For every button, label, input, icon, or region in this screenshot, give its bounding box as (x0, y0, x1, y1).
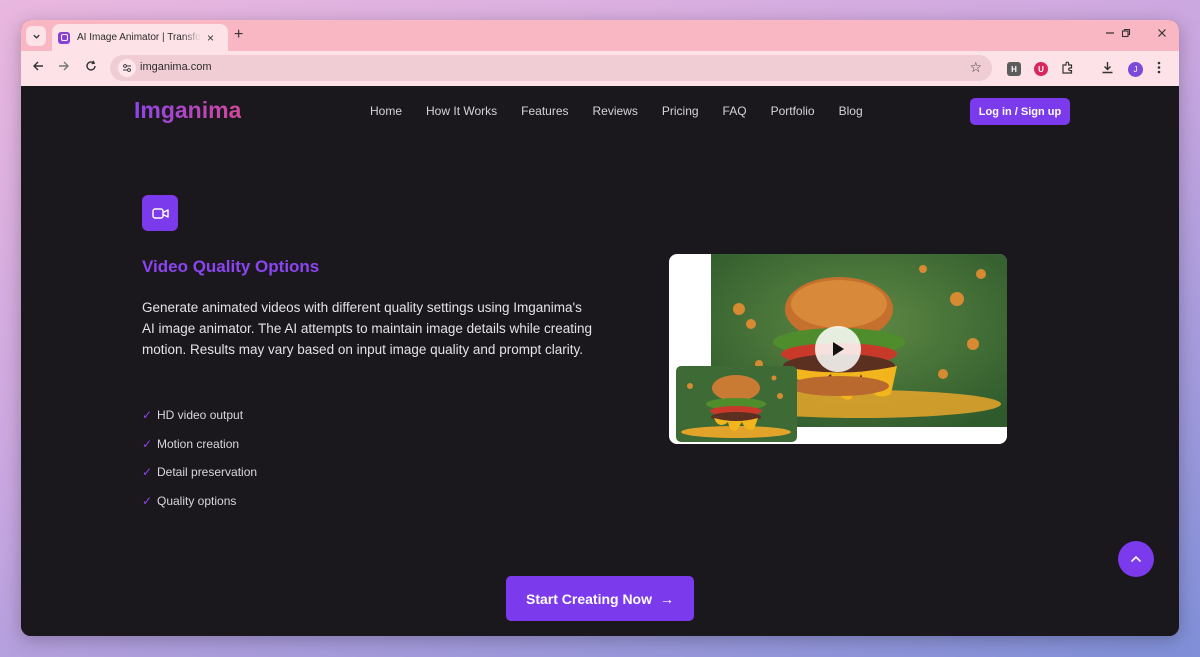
more-menu-icon[interactable] (1157, 61, 1161, 77)
tab-title: AI Image Animator | Transform Images int… (77, 32, 201, 43)
reload-icon[interactable] (85, 60, 97, 75)
check-icon: ✓ (142, 465, 153, 480)
checklist-label: Motion creation (157, 436, 240, 451)
browser-toolbar: imganima.com ☆ H U J (21, 51, 1179, 86)
nav-how-it-works[interactable]: How It Works (426, 104, 497, 118)
checklist-label: HD video output (157, 408, 244, 423)
checklist-label: Quality options (157, 493, 237, 508)
new-tab-button[interactable]: + (234, 26, 243, 44)
login-signup-button[interactable]: Log in / Sign up (970, 98, 1070, 125)
check-icon: ✓ (142, 493, 153, 508)
nav-blog[interactable]: Blog (839, 104, 863, 118)
profile-avatar[interactable]: J (1128, 62, 1143, 77)
download-icon[interactable] (1101, 61, 1114, 77)
play-button[interactable] (815, 326, 861, 372)
list-item: ✓ Motion creation (142, 430, 257, 459)
start-creating-label: Start Creating Now (525, 590, 652, 607)
browser-window: AI Image Animator | Transform Images int… (21, 20, 1179, 636)
page-content: Imganima Home How It Works Features Revi… (21, 86, 1179, 636)
feature-title: Video Quality Options (142, 257, 320, 276)
scroll-to-top-button[interactable] (1118, 541, 1154, 577)
restore-icon[interactable] (1121, 27, 1131, 41)
forward-icon[interactable] (58, 60, 70, 75)
nav-pricing[interactable]: Pricing (662, 104, 699, 118)
close-window-icon[interactable] (1157, 27, 1167, 41)
video-preview-card[interactable] (669, 254, 1007, 444)
list-item: ✓ HD video output (142, 401, 257, 430)
list-item: ✓ Quality options (142, 487, 257, 516)
check-icon: ✓ (142, 436, 153, 451)
feature-checklist: ✓ HD video output ✓ Motion creation ✓ De… (142, 401, 257, 515)
browser-tab[interactable]: AI Image Animator | Transform Images int… (52, 24, 228, 51)
list-item: ✓ Detail preservation (142, 458, 257, 487)
feature-description: Generate animated videos with different … (142, 300, 592, 357)
favicon-icon (58, 31, 70, 44)
extension-h-icon[interactable]: H (1007, 62, 1021, 76)
bookmark-star-icon[interactable]: ☆ (969, 59, 982, 76)
nav-faq[interactable]: FAQ (723, 104, 747, 118)
arrow-right-icon: → (660, 590, 674, 607)
play-icon (833, 342, 844, 356)
nav-features[interactable]: Features (521, 104, 568, 118)
chevron-down-icon (32, 34, 40, 39)
site-nav: Home How It Works Features Reviews Prici… (370, 104, 863, 118)
site-logo[interactable]: Imganima (134, 97, 241, 124)
nav-portfolio[interactable]: Portfolio (771, 104, 815, 118)
video-camera-icon (142, 195, 178, 231)
close-tab-button[interactable]: × (207, 31, 214, 45)
url-text[interactable]: imganima.com (140, 61, 212, 73)
site-info-icon[interactable] (118, 59, 136, 77)
extension-shield-icon[interactable]: U (1034, 62, 1048, 76)
nav-home[interactable]: Home (370, 104, 402, 118)
tab-search-button[interactable] (26, 26, 46, 46)
address-bar[interactable]: imganima.com ☆ (110, 55, 992, 81)
minimize-icon[interactable] (1105, 27, 1115, 41)
burger-thumbnail-image[interactable] (676, 366, 797, 442)
check-icon: ✓ (142, 408, 153, 423)
start-creating-button[interactable]: Start Creating Now → (506, 576, 694, 621)
chevron-up-icon (1130, 555, 1142, 563)
checklist-label: Detail preservation (157, 465, 258, 480)
back-icon[interactable] (32, 60, 44, 75)
tab-strip: AI Image Animator | Transform Images int… (21, 20, 1179, 51)
nav-reviews[interactable]: Reviews (593, 104, 638, 118)
extensions-puzzle-icon[interactable] (1061, 61, 1074, 77)
